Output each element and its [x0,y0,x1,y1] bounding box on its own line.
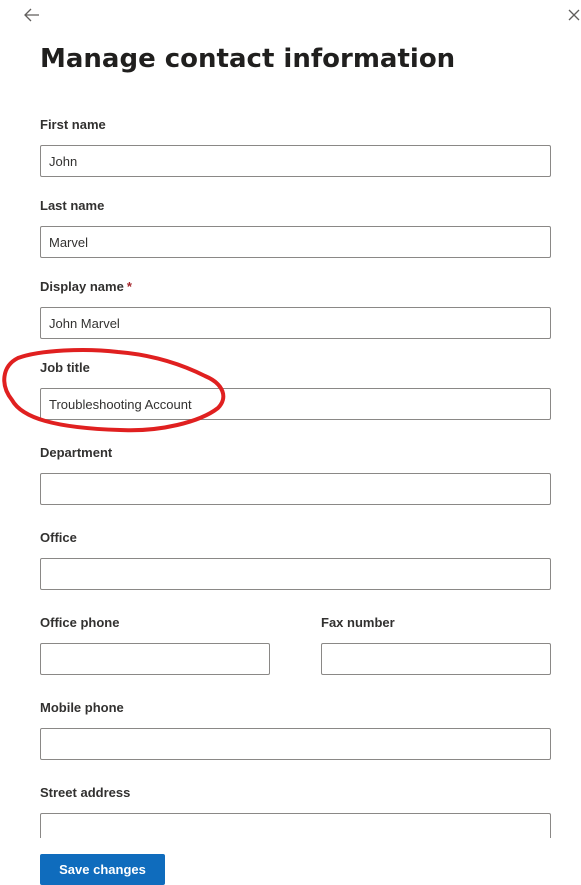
job-title-label: Job title [40,360,90,375]
display-name-label: Display name * [40,278,551,296]
mobile-phone-input[interactable] [40,728,551,760]
arrow-left-icon[interactable] [22,5,42,25]
department-label: Department [40,445,113,460]
office-label: Office [40,530,77,545]
display-name-label-text: Display name [40,279,124,294]
department-field: Department [40,444,551,505]
fax-number-input[interactable] [321,643,551,675]
mobile-phone-field: Mobile phone [40,699,551,760]
display-name-input[interactable] [40,307,551,339]
office-phone-field: Office phone [40,614,270,675]
mobile-phone-label: Mobile phone [40,700,124,715]
office-phone-input[interactable] [40,643,270,675]
first-name-field: First name [40,116,551,177]
save-changes-button[interactable]: Save changes [40,854,165,885]
office-input[interactable] [40,558,551,590]
job-title-input[interactable] [40,388,551,420]
street-address-label: Street address [40,785,131,800]
office-field: Office [40,529,551,590]
first-name-input[interactable] [40,145,551,177]
page-title: Manage contact information [40,44,456,74]
last-name-field: Last name [40,197,551,258]
display-name-field: Display name * [40,278,551,339]
last-name-input[interactable] [40,226,551,258]
office-phone-label: Office phone [40,615,120,630]
required-marker: * [126,279,132,294]
job-title-field: Job title [40,359,551,420]
fax-number-field: Fax number [321,614,551,675]
department-input[interactable] [40,473,551,505]
last-name-label: Last name [40,198,105,213]
first-name-label: First name [40,117,106,132]
close-icon[interactable] [564,5,581,25]
fax-number-label: Fax number [321,615,395,630]
